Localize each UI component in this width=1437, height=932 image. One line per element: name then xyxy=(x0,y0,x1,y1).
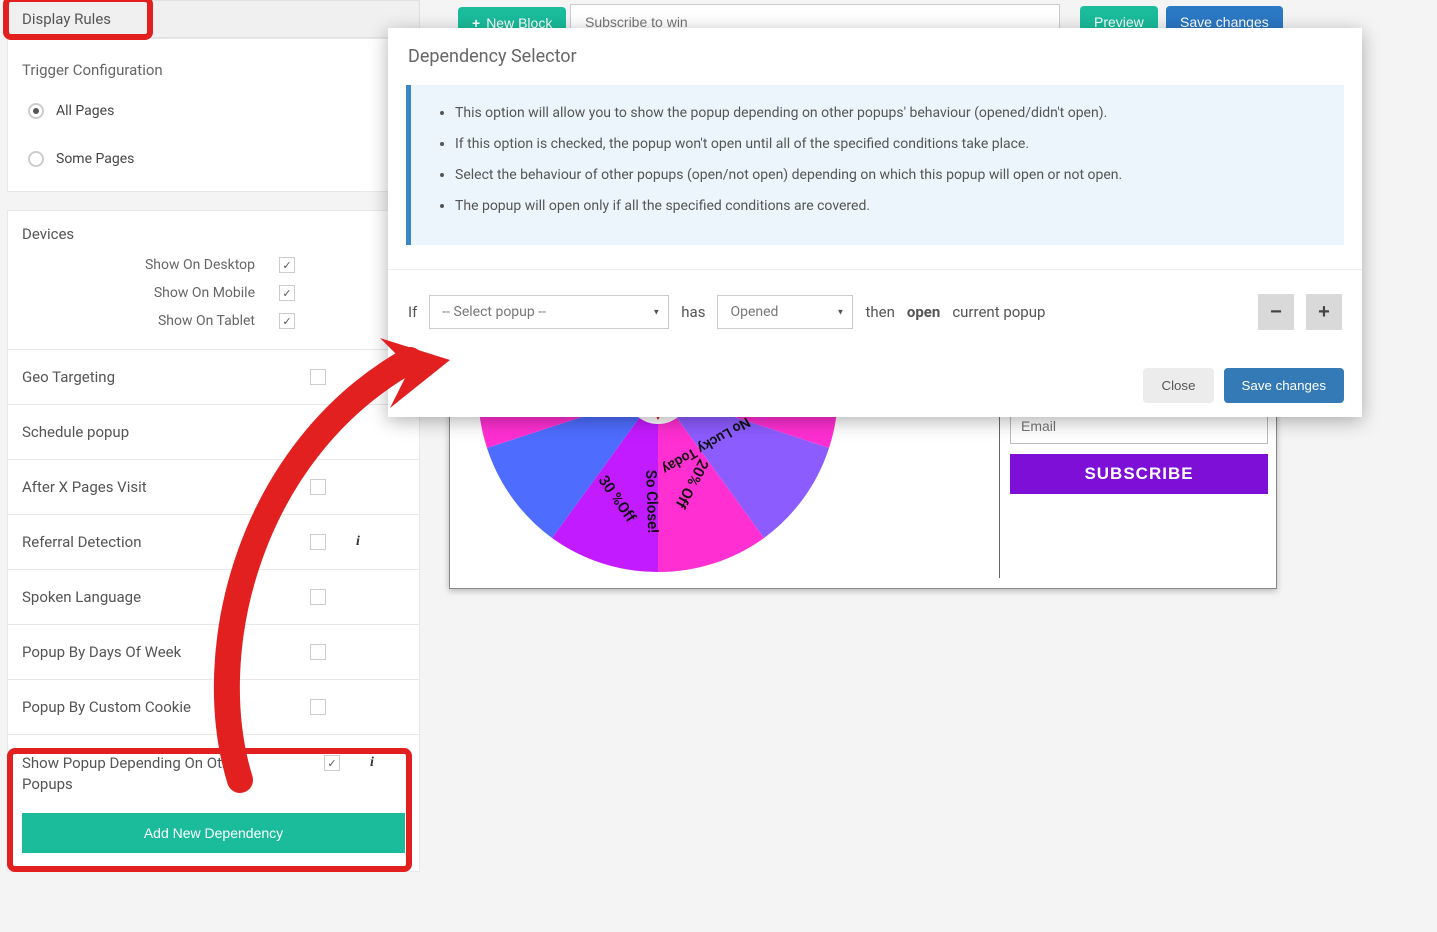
radio-icon xyxy=(28,151,44,167)
radio-label: Some Pages xyxy=(56,151,134,167)
select-popup-dropdown[interactable]: -- Select popup -- xyxy=(429,295,669,329)
modal-info-box: This option will allow you to show the p… xyxy=(406,85,1344,245)
rule-label: Popup By Custom Cookie xyxy=(22,698,405,716)
rule-custom-cookie[interactable]: Popup By Custom Cookie xyxy=(7,680,420,735)
display-rules-header[interactable]: Display Rules xyxy=(7,0,420,38)
rule-spoken-language[interactable]: Spoken Language xyxy=(7,570,420,625)
info-bullet: Select the behaviour of other popups (op… xyxy=(455,165,1324,186)
checkbox-show-mobile[interactable] xyxy=(279,285,295,301)
trigger-config-title: Trigger Configuration xyxy=(22,61,405,79)
subscribe-button[interactable]: SUBSCRIBE xyxy=(1010,454,1268,494)
word-open: open xyxy=(907,303,940,321)
rule-referral-detection[interactable]: Referral Detection i xyxy=(7,515,420,570)
radio-icon xyxy=(28,103,44,119)
rule-days-of-week[interactable]: Popup By Days Of Week xyxy=(7,625,420,680)
checkbox-cookie[interactable] xyxy=(310,699,326,715)
rule-label: After X Pages Visit xyxy=(22,478,405,496)
dependency-label: Show Popup Depending On Other Popups xyxy=(22,753,252,795)
word-then: then xyxy=(865,303,894,321)
device-row-mobile: Show On Mobile xyxy=(22,279,405,307)
select-behaviour-dropdown[interactable]: Opened xyxy=(717,295,853,329)
info-icon[interactable]: i xyxy=(370,755,374,771)
rule-after-x-pages[interactable]: After X Pages Visit xyxy=(7,460,420,515)
info-bullet: If this option is checked, the popup won… xyxy=(455,134,1324,155)
checkbox-referral[interactable] xyxy=(310,534,326,550)
add-new-dependency-button[interactable]: Add New Dependency xyxy=(22,813,405,853)
devices-title: Devices xyxy=(22,225,405,243)
add-rule-button[interactable]: + xyxy=(1306,294,1342,330)
dependency-selector-modal: Dependency Selector This option will all… xyxy=(388,28,1362,417)
radio-label: All Pages xyxy=(56,103,114,119)
device-row-tablet: Show On Tablet xyxy=(22,307,405,335)
device-label: Show On Mobile xyxy=(154,285,255,301)
checkbox-days[interactable] xyxy=(310,644,326,660)
modal-footer: Close Save changes xyxy=(388,354,1362,417)
rule-label: Schedule popup xyxy=(22,423,405,441)
devices-section: Devices Show On Desktop Show On Mobile S… xyxy=(7,210,420,350)
info-bullet: This option will allow you to show the p… xyxy=(455,103,1324,124)
device-label: Show On Desktop xyxy=(145,257,255,273)
popup-preview-area: 30 %Off So Close! 20% Off No Lucky Today… xyxy=(449,397,1277,589)
rule-geo-targeting[interactable]: Geo Targeting xyxy=(7,350,420,405)
sidebar: Display Rules Trigger Configuration All … xyxy=(7,0,420,872)
word-if: If xyxy=(408,303,417,321)
info-icon[interactable]: i xyxy=(356,534,360,550)
dependency-rule-row: If -- Select popup -- has Opened then op… xyxy=(388,269,1362,354)
checkbox-show-desktop[interactable] xyxy=(279,257,295,273)
info-bullet: The popup will open only if all the spec… xyxy=(455,196,1324,217)
checkbox-schedule[interactable] xyxy=(310,424,326,440)
word-has: has xyxy=(681,303,705,321)
dependency-section: Show Popup Depending On Other Popups i A… xyxy=(7,735,420,872)
modal-save-button[interactable]: Save changes xyxy=(1224,368,1344,403)
device-row-desktop: Show On Desktop xyxy=(22,251,405,279)
word-current-popup: current popup xyxy=(952,303,1045,321)
checkbox-geo[interactable] xyxy=(310,369,326,385)
wheel-column: 30 %Off So Close! 20% Off No Lucky Today xyxy=(450,398,1000,578)
trigger-configuration-section: Trigger Configuration All Pages Some Pag… xyxy=(7,38,420,192)
checkbox-after-x[interactable] xyxy=(310,479,326,495)
remove-rule-button[interactable]: − xyxy=(1258,294,1294,330)
rule-label: Spoken Language xyxy=(22,588,405,606)
wheel-slice-soclose: So Close! xyxy=(642,470,662,534)
modal-title: Dependency Selector xyxy=(388,28,1362,85)
device-label: Show On Tablet xyxy=(158,313,255,329)
checkbox-spoken[interactable] xyxy=(310,589,326,605)
checkbox-show-tablet[interactable] xyxy=(279,313,295,329)
checkbox-dependency[interactable] xyxy=(324,755,340,771)
rule-schedule-popup[interactable]: Schedule popup xyxy=(7,405,420,460)
form-column: SUBSCRIBE xyxy=(1000,398,1276,578)
rule-label: Referral Detection xyxy=(22,533,405,551)
close-button[interactable]: Close xyxy=(1143,368,1213,403)
radio-some-pages[interactable]: Some Pages xyxy=(28,151,405,167)
rule-label: Geo Targeting xyxy=(22,368,405,386)
rule-label: Popup By Days Of Week xyxy=(22,643,405,661)
radio-all-pages[interactable]: All Pages xyxy=(28,103,405,119)
